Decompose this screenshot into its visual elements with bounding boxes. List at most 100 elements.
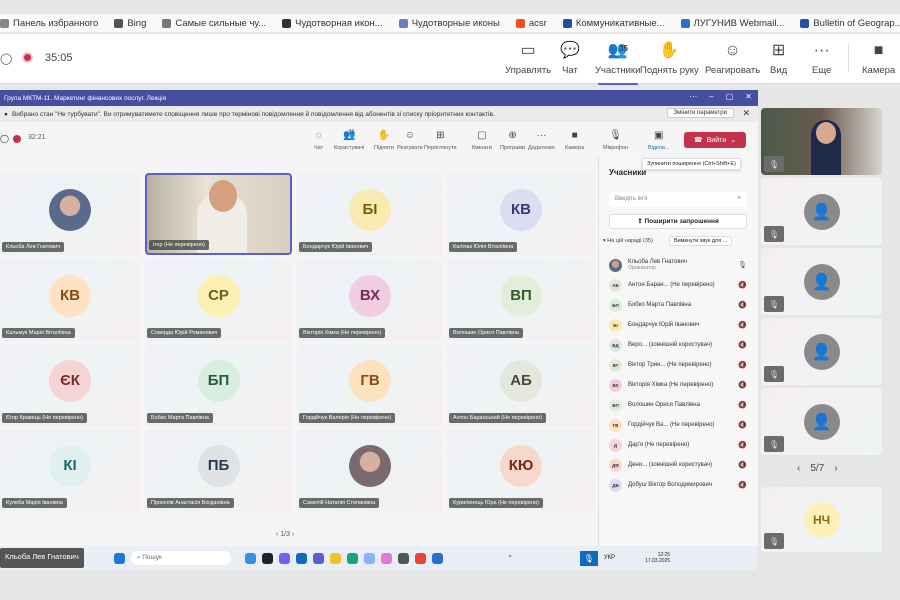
participant-list-item[interactable]: ВД Веро... (зовнішній користувач) 🔇: [609, 336, 749, 354]
mic-off-icon[interactable]: 🔇: [738, 341, 747, 349]
chrome-icon[interactable]: [414, 552, 426, 564]
toolbar-view-button[interactable]: ⊞ Вид: [770, 42, 787, 76]
app-icon[interactable]: [261, 552, 273, 564]
participant-list-item[interactable]: БІ Бондарчук Юрій Іванович 🔇: [609, 316, 749, 334]
share-invite-button[interactable]: ⇪ Поширити запрошення: [609, 214, 747, 229]
toolbar-camera-button[interactable]: ■ Камера: [862, 42, 895, 76]
participant-tile[interactable]: КЮ Куриленець Юра (Не перевірено): [447, 429, 595, 511]
participant-search-input[interactable]: Введіть ім'я ⌕: [609, 192, 747, 207]
maximize-button[interactable]: ▢: [726, 92, 734, 101]
copilot-icon[interactable]: [380, 552, 392, 564]
toolbar-manage-button[interactable]: ▭ Управлять: [505, 42, 551, 76]
mic-off-icon[interactable]: 🔇: [738, 481, 747, 489]
inner-tool-9[interactable]: 🎙 Мікрофон: [603, 130, 628, 151]
bookmark-item[interactable]: Bing: [114, 18, 146, 29]
change-settings-button[interactable]: Змінити параметри: [666, 108, 734, 118]
participant-tile[interactable]: 👤 🎙: [761, 178, 882, 245]
participant-tile[interactable]: 👤 🎙: [761, 388, 882, 455]
participant-tile[interactable]: КВ Калічак Юлія Віталіївна: [447, 173, 595, 255]
participant-tile[interactable]: 👤 🎙: [761, 248, 882, 315]
inner-tool-6[interactable]: ⊕ Програми: [500, 130, 525, 151]
tray-chevron-icon[interactable]: ^: [509, 555, 512, 561]
bookmark-item[interactable]: Чудотворные иконы: [398, 18, 500, 29]
toolbar-chat-button[interactable]: 💬 Чат: [560, 42, 580, 76]
participant-list-item[interactable]: ДФ Дени... (зовнішній користувач) 🔇: [609, 456, 749, 474]
toolbar-more-button[interactable]: ··· Еще: [812, 42, 831, 76]
mic-off-icon[interactable]: 🔇: [738, 361, 747, 369]
inner-tool-4[interactable]: ⊞ Переглянути: [424, 130, 457, 151]
dismiss-icon[interactable]: ✕: [742, 108, 750, 119]
participant-tile[interactable]: ГВ Гордійчук Валерія (Не перевірено): [297, 344, 443, 426]
grid-pager[interactable]: ‹ 1/3 ›: [276, 531, 294, 538]
participant-tile[interactable]: Ігор (Не перевірено): [145, 173, 292, 255]
participant-list-item[interactable]: ГВ Гордійчук Ва... (Не перевірено) 🔇: [609, 416, 749, 434]
participant-tile[interactable]: НЧ 🎙: [761, 487, 882, 552]
app-icon[interactable]: [431, 552, 443, 564]
group-header[interactable]: ▾ На цій нараді (35): [603, 238, 653, 244]
bookmark-item[interactable]: Коммуникативные...: [562, 18, 665, 29]
participant-list-item[interactable]: ДВ Добуш Віктор Володимирович 🔇: [609, 476, 749, 494]
participant-list-item[interactable]: ВТ Віктор Трин... (Не перевірено) 🔇: [609, 356, 749, 374]
app-icon[interactable]: [244, 552, 256, 564]
inner-tool-5[interactable]: ▢ Кімнати: [472, 130, 492, 151]
teams-icon[interactable]: [312, 552, 324, 564]
participant-tile[interactable]: КВ Кальмук Марія Віталіївна: [0, 259, 140, 341]
toolbar-raise-hand-button[interactable]: ✋ Поднять руку: [640, 42, 699, 76]
explorer-icon[interactable]: [329, 552, 341, 564]
participant-tile[interactable]: 👤 🎙: [761, 318, 882, 385]
more-icon[interactable]: ···: [689, 92, 697, 101]
close-button[interactable]: ✕: [745, 92, 752, 101]
bookmark-item[interactable]: Чудотворная икон...: [282, 18, 383, 29]
language-indicator[interactable]: УКР: [604, 555, 615, 561]
participant-list-item[interactable]: Кльоба Лев Гнатович Організатор 🎙: [609, 256, 749, 274]
participant-tile[interactable]: ВХ Вікторія Хімка (Не перевірено): [297, 259, 443, 341]
participant-list-item[interactable]: Д Дар'я (Не перевірено) 🔇: [609, 436, 749, 454]
next-page-button[interactable]: ›: [834, 463, 837, 474]
mic-off-icon[interactable]: 🔇: [738, 461, 747, 469]
mic-off-icon[interactable]: 🔇: [738, 321, 747, 329]
inner-tool-7[interactable]: ··· Додатково: [528, 130, 555, 151]
mic-off-icon[interactable]: 🔇: [738, 301, 747, 309]
toolbar-participants-button[interactable]: 👥 35 Участники: [595, 42, 640, 85]
participant-tile[interactable]: ПБ Прокопів Анастасія Богданівна: [145, 429, 292, 511]
participant-tile[interactable]: СР Соверда Юрій Романович: [145, 259, 292, 341]
outlook-icon[interactable]: [295, 552, 307, 564]
edge-icon[interactable]: [346, 552, 358, 564]
mic-tray-icon[interactable]: 🎙: [579, 550, 598, 566]
leave-button[interactable]: ☎ Вийти ⌄: [684, 132, 746, 148]
mic-off-icon[interactable]: 🔇: [738, 421, 747, 429]
mute-all-button[interactable]: Вимкнути звук для ...: [669, 236, 733, 246]
bookmark-item[interactable]: Самые сильные чу...: [162, 18, 266, 29]
participant-list-item[interactable]: АБ Антон Баран... (Не перевірено) 🔇: [609, 276, 749, 294]
inner-tool-0[interactable]: ◌ Чат: [314, 130, 323, 151]
app-icon[interactable]: [363, 552, 375, 564]
mic-off-icon[interactable]: 🔇: [738, 401, 747, 409]
chevron-down-icon[interactable]: ⌄: [730, 136, 736, 144]
prev-page-button[interactable]: ‹: [797, 463, 800, 474]
bookmark-item[interactable]: Bulletin of Geograp...: [800, 18, 900, 29]
participant-list-item[interactable]: ВХ Вікторія Хімка (Не перевірено) 🔇: [609, 376, 749, 394]
participant-tile[interactable]: Кльоба Лев Гнатович: [0, 173, 140, 255]
participant-list-item[interactable]: БП Бобко Марта Павлівна 🔇: [609, 296, 749, 314]
windows-start-icon[interactable]: [113, 552, 125, 564]
viber-icon[interactable]: [278, 552, 290, 564]
participant-list-item[interactable]: ВП Волошин Орися Павлівна 🔇: [609, 396, 749, 414]
clock[interactable]: 12:25 17.03.2025: [645, 552, 670, 564]
inner-tool-8[interactable]: ■ Камера: [565, 130, 584, 151]
bookmark-item[interactable]: Панель избранного: [0, 18, 98, 29]
taskbar-search[interactable]: ⌕ Пошук: [130, 551, 231, 565]
inner-tool-1[interactable]: 👥 35 Користувачі: [334, 130, 364, 151]
mic-off-icon[interactable]: 🔇: [738, 381, 747, 389]
inner-tool-2[interactable]: ✋ Підняти: [374, 130, 394, 151]
participant-tile[interactable]: Самотій Наталія Степанівна: [297, 429, 443, 511]
calculator-icon[interactable]: [397, 552, 409, 564]
participant-tile[interactable]: ВП Волошин Орися Павлівна: [447, 259, 595, 341]
inner-tool-3[interactable]: ☺ Реагувати: [397, 130, 423, 151]
mic-icon[interactable]: 🎙: [738, 261, 747, 269]
bookmark-item[interactable]: ЛУГУНИВ Webmail...: [680, 18, 784, 29]
participant-tile[interactable]: ЄК Єгор Кравець (Не перевірено): [0, 344, 140, 426]
bookmark-item[interactable]: acsr: [515, 18, 547, 29]
mic-off-icon[interactable]: 🔇: [738, 281, 747, 289]
participant-tile[interactable]: АБ Антон Баранський (Не перевірено): [447, 344, 595, 426]
mic-off-icon[interactable]: 🔇: [738, 441, 747, 449]
